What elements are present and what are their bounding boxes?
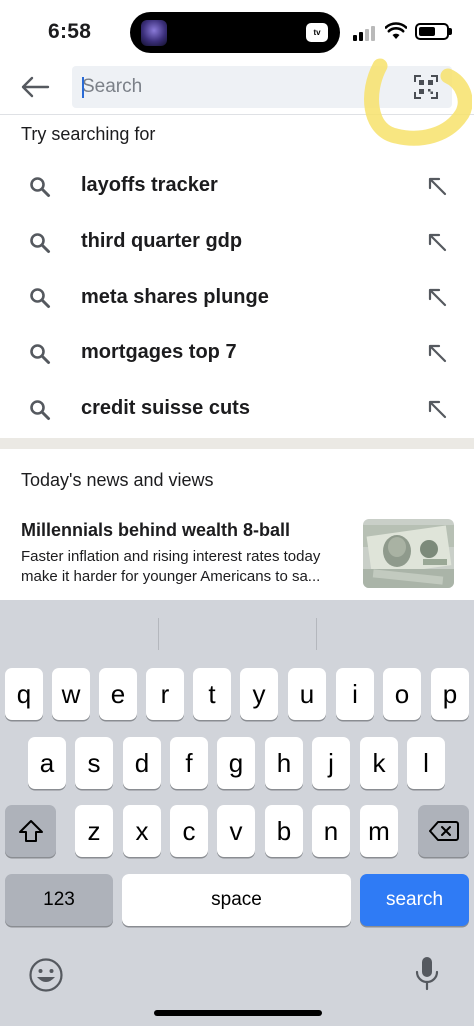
search-input[interactable] <box>82 66 402 108</box>
suggestion-item[interactable]: meta shares plunge <box>0 269 474 325</box>
back-button[interactable] <box>16 70 54 104</box>
news-article[interactable]: Millennials behind wealth 8-ball Faster … <box>0 512 474 598</box>
key-i[interactable]: i <box>336 668 374 720</box>
suggestion-label: credit suisse cuts <box>81 397 250 420</box>
search-box[interactable] <box>72 66 452 108</box>
suggestion-item[interactable]: layoffs tracker <box>0 158 474 214</box>
predictive-separator <box>158 618 159 650</box>
arrow-up-left-icon[interactable] <box>426 175 448 197</box>
key-a[interactable]: a <box>28 737 66 789</box>
shift-icon <box>18 820 43 842</box>
suggestion-label: mortgages top 7 <box>81 341 237 364</box>
space-key[interactable]: space <box>122 874 351 926</box>
suggestion-label: layoffs tracker <box>81 174 218 197</box>
key-p[interactable]: p <box>431 668 469 720</box>
key-o[interactable]: o <box>383 668 421 720</box>
wifi-icon <box>385 22 407 39</box>
status-bar: 6:58 tv <box>0 0 474 62</box>
suggestion-item[interactable]: mortgages top 7 <box>0 325 474 381</box>
key-y[interactable]: y <box>240 668 278 720</box>
suggestion-item[interactable]: credit suisse cuts <box>0 381 474 437</box>
search-icon <box>30 344 50 365</box>
arrow-up-left-icon[interactable] <box>426 286 448 308</box>
key-m[interactable]: m <box>360 805 398 857</box>
key-u[interactable]: u <box>288 668 326 720</box>
battery-icon <box>415 23 449 40</box>
on-screen-keyboard: q w e r t y u i o p a s d f g h j k l z … <box>0 600 474 1026</box>
key-h[interactable]: h <box>265 737 303 789</box>
news-heading: Today's news and views <box>21 470 214 490</box>
suggestion-label: meta shares plunge <box>81 285 269 308</box>
predictive-text-bar <box>0 600 474 664</box>
key-n[interactable]: n <box>312 805 350 857</box>
shift-key[interactable] <box>5 805 56 857</box>
news-headline: Millennials behind wealth 8-ball <box>21 520 291 540</box>
suggestion-item[interactable]: third quarter gdp <box>0 214 474 270</box>
key-d[interactable]: d <box>123 737 161 789</box>
emoji-icon[interactable] <box>28 957 64 993</box>
key-w[interactable]: w <box>52 668 90 720</box>
search-header <box>0 62 474 114</box>
predictive-separator <box>316 618 317 650</box>
apple-tv-icon: tv <box>306 23 328 42</box>
qr-scan-icon[interactable] <box>414 75 438 99</box>
key-k[interactable]: k <box>360 737 398 789</box>
suggestions-heading: Try searching for <box>21 124 156 144</box>
search-icon <box>30 399 50 420</box>
key-x[interactable]: x <box>123 805 161 857</box>
key-b[interactable]: b <box>265 805 303 857</box>
dynamic-island: tv <box>130 12 340 53</box>
backspace-icon <box>428 821 459 841</box>
arrow-left-icon <box>21 76 50 98</box>
text-caret <box>82 77 84 98</box>
key-c[interactable]: c <box>170 805 208 857</box>
battery-cap <box>449 28 452 35</box>
arrow-up-left-icon[interactable] <box>426 398 448 420</box>
key-g[interactable]: g <box>217 737 255 789</box>
search-icon <box>30 288 50 309</box>
key-s[interactable]: s <box>75 737 113 789</box>
suggestion-list: layoffs tracker third quarter gdp meta s… <box>0 158 474 436</box>
arrow-up-left-icon[interactable] <box>426 231 448 253</box>
header-divider <box>0 114 474 115</box>
now-playing-app-icon <box>141 20 167 46</box>
news-thumbnail-image <box>363 519 454 588</box>
search-icon <box>30 232 50 253</box>
news-summary-line: Faster inflation and rising interest rat… <box>21 548 321 565</box>
delete-key[interactable] <box>418 805 469 857</box>
key-t[interactable]: t <box>193 668 231 720</box>
search-icon <box>30 177 50 197</box>
section-divider <box>0 438 474 449</box>
status-time: 6:58 <box>48 20 92 43</box>
arrow-up-left-icon[interactable] <box>426 342 448 364</box>
numbers-key[interactable]: 123 <box>5 874 113 926</box>
search-key[interactable]: search <box>360 874 469 926</box>
key-r[interactable]: r <box>146 668 184 720</box>
suggestion-label: third quarter gdp <box>81 230 243 253</box>
key-v[interactable]: v <box>217 805 255 857</box>
home-indicator <box>154 1010 322 1016</box>
key-f[interactable]: f <box>170 737 208 789</box>
key-j[interactable]: j <box>312 737 350 789</box>
microphone-icon[interactable] <box>414 955 440 993</box>
key-q[interactable]: q <box>5 668 43 720</box>
cellular-signal-icon <box>353 25 377 41</box>
key-e[interactable]: e <box>99 668 137 720</box>
news-summary: Faster inflation and rising interest rat… <box>21 547 351 587</box>
key-z[interactable]: z <box>75 805 113 857</box>
key-l[interactable]: l <box>407 737 445 789</box>
news-summary-line: make it harder for younger Americans to … <box>21 568 321 585</box>
